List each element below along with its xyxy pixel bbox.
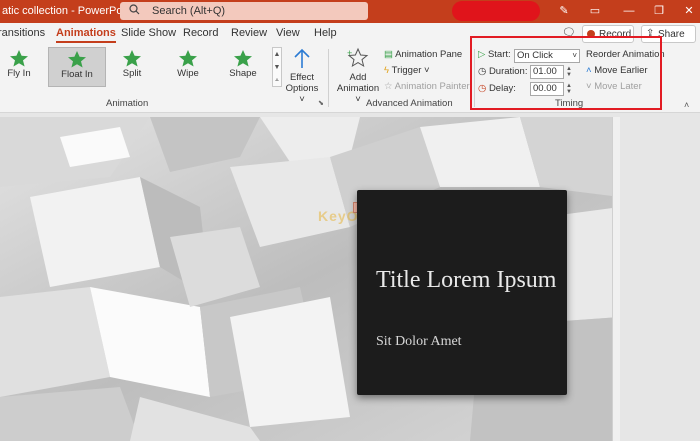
divider [328,49,329,107]
document-title: atic collection - PowerPoint [2,5,135,17]
add-animation-button[interactable]: + Add Animation ˅ [334,47,382,105]
tab-slide-show[interactable]: Slide Show [121,27,176,39]
title-bar: atic collection - PowerPoint Search (Alt… [0,0,700,23]
arrow-up-icon [294,48,310,68]
pen-icon[interactable]: ✎ [555,3,573,19]
effect-options-label-1: Effect [289,72,315,83]
title-placeholder-card[interactable]: Title Lorem Ipsum Sit Dolor Amet [357,190,567,395]
tab-help[interactable]: Help [314,27,337,39]
tab-transitions[interactable]: ransitions [0,27,45,39]
close-icon[interactable]: ✕ [680,3,698,19]
lightning-icon: ϟ [384,65,390,76]
trigger-label: Trigger [391,65,422,76]
tab-review[interactable]: Review [231,27,267,39]
star-icon [68,51,86,68]
add-animation-label-1: Add [349,72,367,83]
add-animation-label-2: Animation [336,83,380,94]
tab-record[interactable]: Record [183,27,218,39]
redacted-account-area [452,1,540,21]
vertical-scrollbar[interactable] [612,117,620,441]
tab-animations[interactable]: Animations [56,27,116,43]
animation-label: Shape [229,68,257,79]
search-box[interactable]: Search (Alt+Q) [120,2,368,20]
animation-split[interactable]: Split [103,47,161,87]
timing-highlight-box [470,36,662,110]
ribbon-display-icon[interactable]: ▭ [586,3,604,19]
slide-title[interactable]: Title Lorem Ipsum [376,266,556,294]
right-panel [620,117,700,441]
chevron-down-icon: ˅ [299,94,305,105]
animation-label: Fly In [7,68,31,79]
animation-painter-button[interactable]: ☆ Animation Painter [384,81,470,92]
animation-label: Wipe [177,68,199,79]
animation-shape[interactable]: Shape [214,47,272,87]
star-icon [10,50,28,67]
star-icon [234,50,252,67]
animation-pane-label: Animation Pane [395,49,463,60]
slide-subtitle[interactable]: Sit Dolor Amet [376,334,462,350]
restore-icon[interactable]: ❐ [650,3,668,19]
animation-pane-button[interactable]: ▤ Animation Pane [384,49,462,60]
star-icon [179,50,197,67]
animation-pane-icon: ▤ [384,49,393,60]
search-icon [129,4,140,18]
painter-icon: ☆ [384,81,393,92]
gallery-scroll[interactable]: ▲ ▼ ⩡ [272,47,282,87]
star-icon [123,50,141,67]
advanced-animation-group-label: Advanced Animation [366,98,453,109]
minimize-icon[interactable]: — [620,3,638,19]
animation-label: Float In [61,69,93,80]
chevron-down-icon: ˅ [421,65,430,76]
trigger-button[interactable]: ϟ Trigger ˅ [384,65,430,76]
animation-group-label: Animation [106,98,149,109]
dialog-launcher-icon[interactable]: ⬊ [318,99,324,107]
animation-painter-label: Animation Painter [394,81,470,92]
effect-options-label-2: Options [285,83,319,94]
chevron-down-icon: ˅ [355,94,361,105]
share-button-label: Share [658,29,685,40]
collapse-ribbon-icon[interactable]: ˄ [684,100,689,110]
tab-view[interactable]: View [276,27,300,39]
add-star-icon: + [347,47,369,68]
svg-text:+: + [347,48,352,58]
search-placeholder: Search (Alt+Q) [152,5,226,17]
animation-wipe[interactable]: Wipe [159,47,217,87]
effect-options-button[interactable]: Effect Options ˅ [284,47,320,105]
animation-float-in[interactable]: Float In [48,47,106,87]
animation-fly-in[interactable]: Fly In [0,47,48,87]
animation-label: Split [122,68,142,79]
animation-gallery: Fly In Float In Split Wipe Shape [0,47,270,87]
